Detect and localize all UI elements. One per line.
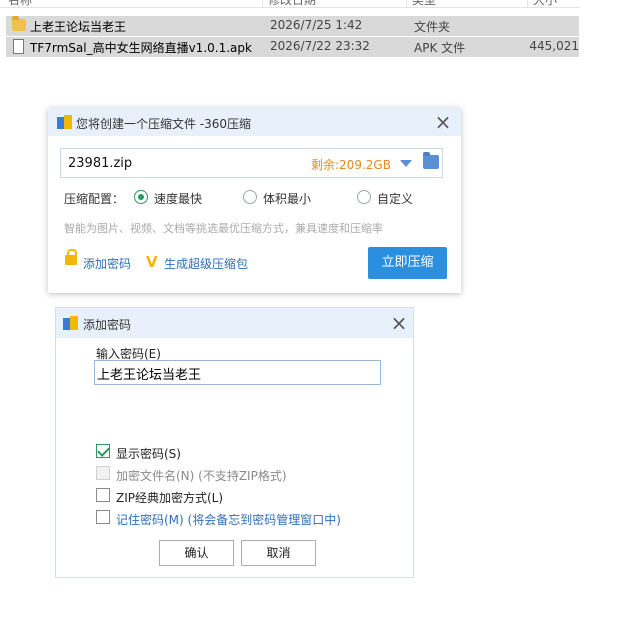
password-value[interactable]: 上老王论坛当老王 xyxy=(97,364,201,383)
dialog-title: 添加密码 xyxy=(83,318,132,332)
browse-folder-icon[interactable] xyxy=(423,152,439,169)
super-pack-link[interactable]: 生成超级压缩包 xyxy=(164,255,248,272)
option-custom[interactable]: 自定义 xyxy=(377,190,413,207)
confirm-button[interactable]: 确认 xyxy=(159,540,234,566)
super-pack-icon: V xyxy=(146,253,158,271)
column-divider[interactable] xyxy=(527,0,528,8)
zip-classic-encryption-checkbox[interactable] xyxy=(96,488,110,502)
column-divider[interactable] xyxy=(406,0,407,8)
password-input[interactable]: 上老王论坛当老王 xyxy=(94,360,381,385)
360zip-app-icon xyxy=(63,315,79,331)
cancel-button[interactable]: 取消 xyxy=(241,540,316,566)
encrypt-filenames-checkbox[interactable] xyxy=(96,466,110,480)
show-password-label[interactable]: 显示密码(S) xyxy=(116,445,181,462)
file-row-folder[interactable]: 上老王论坛当老王 2026/7/25 1:42 文件夹 xyxy=(6,16,579,36)
archive-path-field[interactable]: 23981.zip 剩余:209.2GB xyxy=(60,148,443,178)
file-date: 2026/7/25 1:42 xyxy=(270,18,363,32)
file-date: 2026/7/22 23:32 xyxy=(270,39,370,53)
show-password-checkbox[interactable] xyxy=(96,444,110,458)
radio-custom[interactable] xyxy=(357,190,371,204)
option-smallest-size[interactable]: 体积最小 xyxy=(263,190,311,207)
column-header-name[interactable]: 名称 xyxy=(8,0,32,8)
file-list-header: 名称 修改日期 类型 大小 xyxy=(0,0,580,8)
column-divider[interactable] xyxy=(262,0,263,8)
dialog-title: 您将创建一个压缩文件 -360压缩 xyxy=(76,117,252,131)
column-header-size[interactable]: 大小 xyxy=(533,0,557,8)
file-icon xyxy=(13,39,24,54)
compress-config-label: 压缩配置： xyxy=(64,192,125,206)
lock-icon xyxy=(65,249,77,265)
file-size: 445,021 xyxy=(529,39,579,53)
chevron-down-icon[interactable] xyxy=(400,160,412,167)
compress-now-button[interactable]: 立即压缩 xyxy=(368,247,447,279)
file-name: TF7rmSal_高中女生网络直播v1.0.1.apk xyxy=(30,41,252,55)
file-name: 上老王论坛当老王 xyxy=(30,20,127,34)
file-type: APK 文件 xyxy=(414,41,466,55)
free-space-text: 剩余:209.2GB xyxy=(311,158,391,172)
compress-dialog: 您将创建一个压缩文件 -360压缩 × 23981.zip 剩余:209.2GB… xyxy=(48,108,461,293)
option-speed-fastest[interactable]: 速度最快 xyxy=(154,190,202,207)
remember-password-label[interactable]: 记住密码(M) (将会备忘到密码管理窗口中) xyxy=(116,511,341,528)
radio-smallest-size[interactable] xyxy=(243,190,257,204)
encrypt-filenames-label: 加密文件名(N) (不支持ZIP格式) xyxy=(116,469,287,483)
compress-dialog-titlebar[interactable]: 您将创建一个压缩文件 -360压缩 × xyxy=(48,108,461,136)
password-dialog: 添加密码 × 输入密码(E) 上老王论坛当老王 显示密码(S) 加密文件名(N)… xyxy=(55,307,414,578)
column-header-type[interactable]: 类型 xyxy=(412,0,436,8)
radio-speed-fastest[interactable] xyxy=(134,190,148,204)
remember-password-checkbox[interactable] xyxy=(96,510,110,524)
zip-classic-encryption-label[interactable]: ZIP经典加密方式(L) xyxy=(116,489,223,506)
close-icon[interactable]: × xyxy=(390,313,408,333)
360zip-app-icon xyxy=(57,114,73,130)
file-type: 文件夹 xyxy=(414,20,451,34)
close-icon[interactable]: × xyxy=(434,112,452,132)
folder-icon xyxy=(12,16,26,31)
password-dialog-titlebar[interactable]: 添加密码 × xyxy=(56,308,413,338)
add-password-link[interactable]: 添加密码 xyxy=(83,255,131,272)
column-header-date[interactable]: 修改日期 xyxy=(268,0,316,8)
archive-name-value[interactable]: 23981.zip xyxy=(68,156,132,171)
compress-hint-text: 智能为图片、视频、文档等挑选最优压缩方式，兼具速度和压缩率 xyxy=(64,222,383,235)
file-row-apk[interactable]: TF7rmSal_高中女生网络直播v1.0.1.apk 2026/7/22 23… xyxy=(6,37,579,57)
